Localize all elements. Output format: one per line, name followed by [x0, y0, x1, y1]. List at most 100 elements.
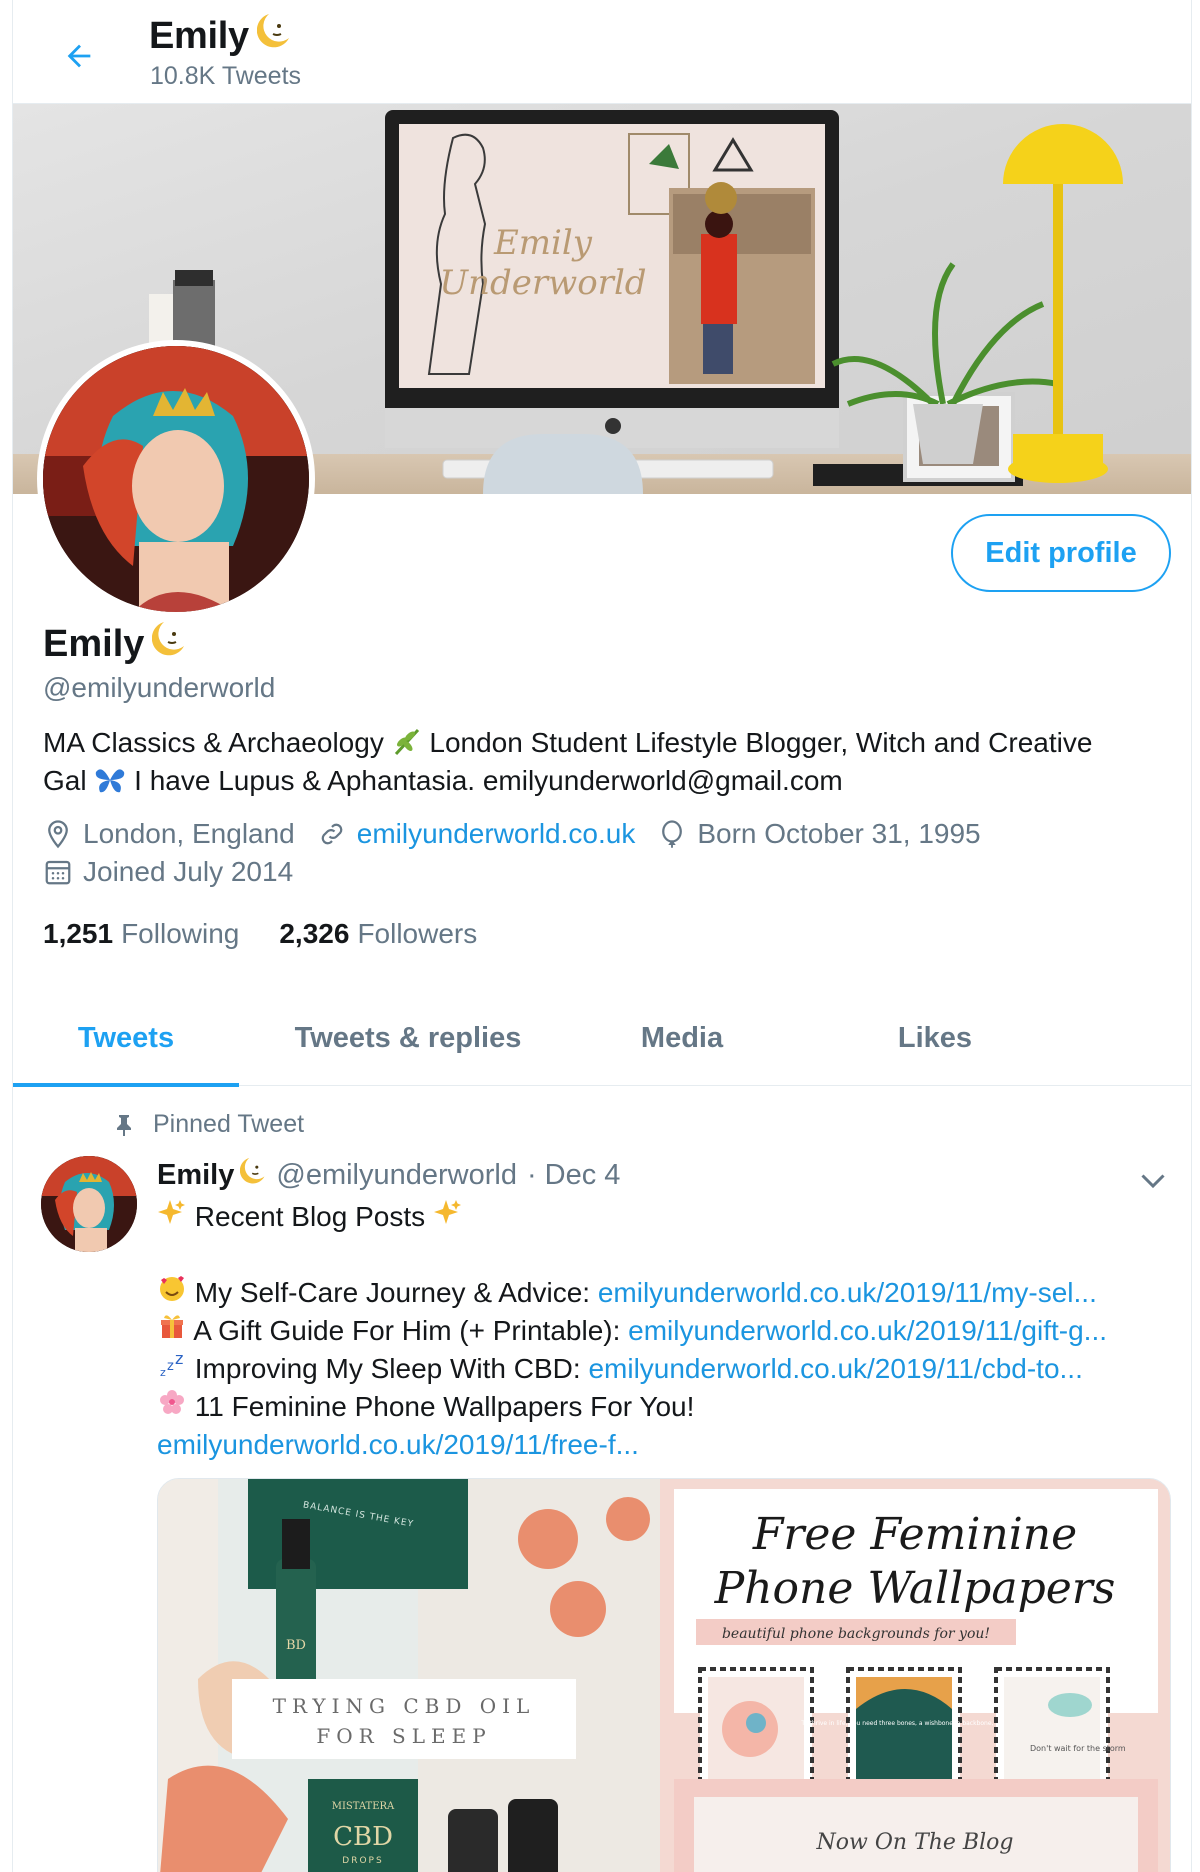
- website-item: emilyunderworld.co.uk: [317, 818, 636, 850]
- media-image-cbd[interactable]: BALANCE IS THE KEY BD TRYING CBD OIL FOR…: [158, 1479, 661, 1872]
- tab-tweets-replies[interactable]: Tweets & replies: [239, 990, 577, 1086]
- chevron-down-icon: [1141, 1174, 1165, 1189]
- wallpaper-card3-text: Don't wait for the storm: [1030, 1744, 1126, 1753]
- herb-icon: [392, 727, 430, 758]
- location-item: London, England: [43, 818, 295, 850]
- banner-screen-text-2: Underworld: [439, 263, 646, 303]
- profile-meta-row-1: London, England emilyunderworld.co.uk Bo…: [43, 818, 1003, 850]
- tweet-item-text: Improving My Sleep With CBD:: [194, 1353, 589, 1384]
- tweet-item: My Self-Care Journey & Advice: emilyunde…: [157, 1274, 1167, 1312]
- wallpaper-card2-text: To thrive in life, you need three bones,…: [800, 1720, 1007, 1727]
- balloon-icon: [662, 820, 683, 848]
- tweet-menu-button[interactable]: [1135, 1162, 1171, 1198]
- arrow-left-icon: [67, 44, 91, 68]
- follow-stats: 1,251 Following 2,326 Followers: [43, 918, 517, 950]
- banner-screen-text-1: Emily: [493, 223, 593, 263]
- calendar-icon: [45, 860, 71, 885]
- followers-link[interactable]: 2,326 Followers: [279, 918, 477, 950]
- cbd-text: CBD: [333, 1822, 393, 1852]
- media-image-wallpapers[interactable]: Free Feminine Phone Wallpapers beautiful…: [660, 1479, 1170, 1872]
- bio-text-1b: London Student Lifestyle Blogger, Witch …: [429, 727, 1093, 758]
- crescent-moon-icon: [256, 12, 291, 60]
- media-box-line2: FOR SLEEP: [316, 1724, 491, 1748]
- tweet-author-handle[interactable]: @emilyunderworld: [276, 1159, 517, 1192]
- cherry-blossom-icon: [157, 1388, 187, 1426]
- website-link[interactable]: emilyunderworld.co.uk: [357, 818, 636, 850]
- tweet-header: Emily @emilyunderworld · Dec 4: [157, 1156, 620, 1194]
- sparkles-icon: [433, 1198, 463, 1236]
- profile-name-text: Emily: [43, 622, 145, 665]
- bio-text-1a: MA Classics & Archaeology: [43, 727, 384, 758]
- tab-media[interactable]: Media: [577, 990, 787, 1086]
- top-bar: Emily 10.8K Tweets: [13, 0, 1191, 104]
- tweet-count: 10.8K Tweets: [150, 62, 302, 90]
- pinned-indicator: Pinned Tweet: [113, 1110, 304, 1139]
- tweet-item-link[interactable]: emilyunderworld.co.uk/2019/11/gift-g...: [628, 1315, 1107, 1346]
- wallpaper-subtitle: beautiful phone backgrounds for you!: [722, 1626, 990, 1642]
- link-icon: [321, 823, 343, 845]
- crescent-moon-icon: [152, 620, 186, 668]
- tweet-media: BALANCE IS THE KEY BD TRYING CBD OIL FOR…: [157, 1478, 1171, 1872]
- location-pin-icon: [48, 820, 68, 849]
- profile-avatar[interactable]: [37, 340, 315, 618]
- crescent-moon-icon: [240, 1156, 266, 1194]
- tweet-item: A Gift Guide For Him (+ Printable): emil…: [157, 1312, 1167, 1350]
- profile-page: Emily 10.8K Tweets Emily Underworld Edit…: [12, 0, 1192, 1872]
- tab-tweets[interactable]: Tweets: [13, 990, 239, 1087]
- wallpaper-title-2: Phone Wallpapers: [714, 1563, 1116, 1614]
- birthday-text: Born October 31, 1995: [697, 818, 981, 849]
- tweet-item-link[interactable]: emilyunderworld.co.uk/2019/11/my-sel...: [598, 1277, 1097, 1308]
- gift-icon: [157, 1312, 187, 1350]
- zzz-icon: zzz: [157, 1350, 187, 1388]
- svg-text:z: z: [175, 1350, 183, 1368]
- svg-text:z: z: [167, 1359, 174, 1374]
- joined-item: Joined July 2014: [43, 856, 293, 888]
- bottle-label-text: MISTATERA: [332, 1801, 395, 1812]
- profile-meta-row-2: Joined July 2014: [43, 856, 315, 888]
- location-text: London, England: [83, 818, 295, 849]
- butterfly-icon: [94, 765, 134, 796]
- wallpaper-footer: Now On The Blog: [816, 1830, 1014, 1855]
- tweet-title-line: Recent Blog Posts: [157, 1198, 1167, 1236]
- following-count: 1,251: [43, 918, 114, 949]
- followers-count: 2,326: [279, 918, 350, 949]
- svg-text:z: z: [160, 1366, 166, 1378]
- tweet-avatar[interactable]: [41, 1156, 137, 1252]
- tweet-last-link[interactable]: emilyunderworld.co.uk/2019/11/free-f...: [157, 1429, 639, 1460]
- following-label: Following: [121, 918, 240, 949]
- tweet-item-link-line: emilyunderworld.co.uk/2019/11/free-f...: [157, 1426, 1167, 1464]
- header-title: Emily: [149, 12, 291, 60]
- back-button[interactable]: [53, 30, 105, 82]
- bottle-small-text: BD: [286, 1638, 306, 1653]
- wallpaper-title-1: Free Feminine: [752, 1509, 1077, 1560]
- drops-text: DROPS: [342, 1856, 383, 1866]
- tweet-author-name[interactable]: Emily: [157, 1159, 234, 1192]
- smiling-face-hearts-icon: [157, 1274, 187, 1312]
- media-box-line1: TRYING CBD OIL: [273, 1694, 536, 1718]
- sparkles-icon: [157, 1198, 187, 1236]
- following-link[interactable]: 1,251 Following: [43, 918, 239, 950]
- tweet-item: 11 Feminine Phone Wallpapers For You!: [157, 1388, 1167, 1426]
- tweet-date[interactable]: · Dec 4: [527, 1159, 620, 1192]
- tweet-item-text: 11 Feminine Phone Wallpapers For You!: [194, 1391, 695, 1422]
- tweet-body: Recent Blog Posts My Self-Care Journey &…: [157, 1198, 1167, 1464]
- pin-icon: [117, 1114, 131, 1136]
- profile-name: Emily: [43, 620, 186, 668]
- tweet-item-text: My Self-Care Journey & Advice:: [194, 1277, 598, 1308]
- joined-text: Joined July 2014: [83, 856, 294, 887]
- bio-text-2a: Gal: [43, 765, 87, 796]
- tweet-item-link[interactable]: emilyunderworld.co.uk/2019/11/cbd-to...: [588, 1353, 1082, 1384]
- birthday-item: Born October 31, 1995: [657, 818, 981, 850]
- pinned-label: Pinned Tweet: [153, 1110, 305, 1138]
- profile-bio: MA Classics & Archaeology London Student…: [43, 724, 1163, 800]
- tweet-title: Recent Blog Posts: [194, 1201, 426, 1232]
- bio-text-2b: I have Lupus & Aphantasia. emilyunderwor…: [134, 765, 843, 796]
- header-name: Emily: [149, 14, 249, 57]
- tab-likes[interactable]: Likes: [787, 990, 1083, 1086]
- profile-handle: @emilyunderworld: [43, 672, 276, 703]
- tweet-item-text: A Gift Guide For Him (+ Printable):: [193, 1315, 629, 1346]
- tweet-item: zzz Improving My Sleep With CBD: emilyun…: [157, 1350, 1167, 1388]
- followers-label: Followers: [357, 918, 478, 949]
- edit-profile-button[interactable]: Edit profile: [951, 514, 1171, 592]
